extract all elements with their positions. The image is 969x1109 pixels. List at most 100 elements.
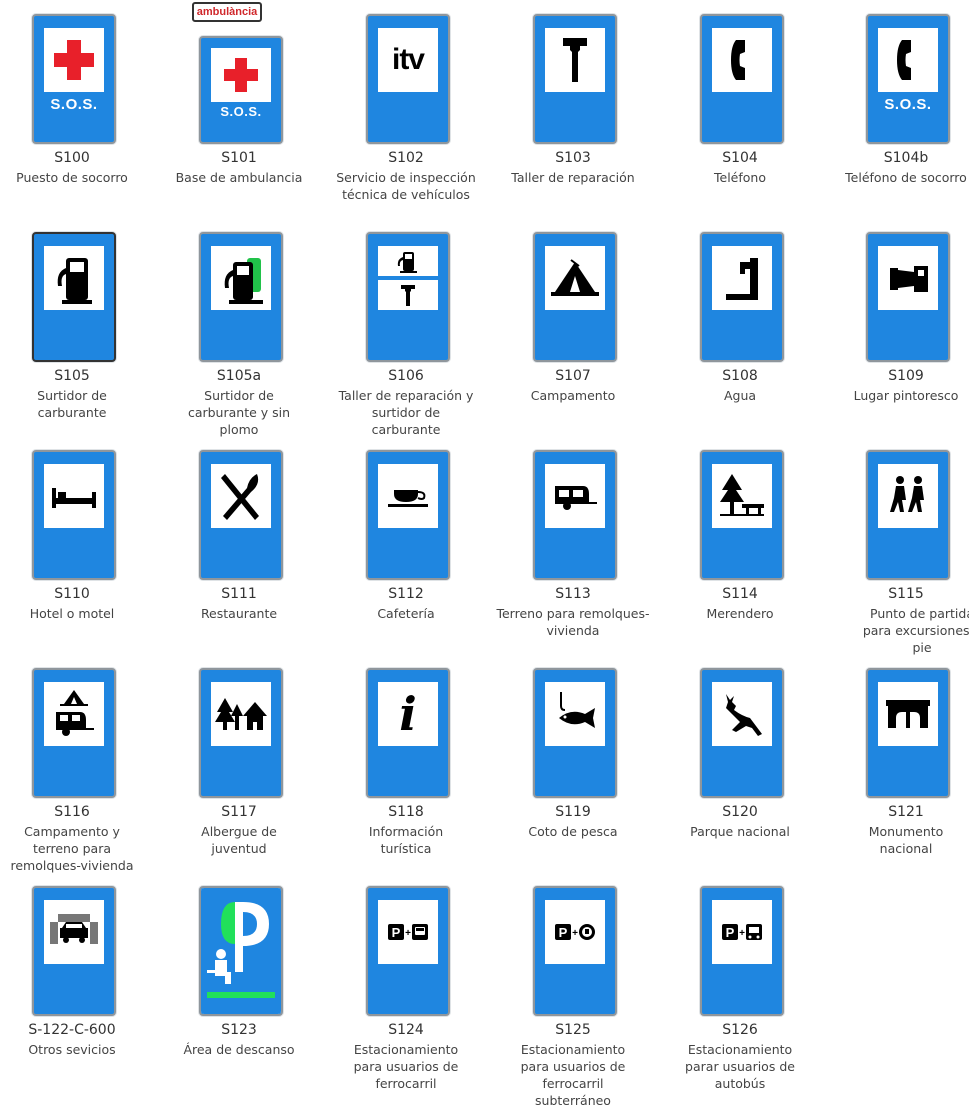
svg-text:+: + [405,928,411,939]
sign-code: S108 [722,368,758,384]
info-letter: i [399,687,417,741]
sign-plate [533,14,617,144]
tent-icon [545,246,605,310]
sign-label: Teléfono [714,170,766,185]
sign-label: Base de ambulancia [175,170,303,185]
deer-icon [712,682,772,746]
sos-text: S.O.S. [220,104,262,119]
sign-code: S110 [54,586,90,602]
sos-text: S.O.S. [884,96,932,113]
sign-plate: i [366,668,450,798]
sign-code: S111 [221,586,257,602]
water-tap-icon [712,246,772,310]
sign-plate [700,450,784,580]
sos-text: S.O.S. [50,96,98,113]
wrench-icon [545,28,605,92]
sign-plate [32,668,116,798]
sign-plate: S.O.S. [866,14,950,144]
fuel-and-wrench-icon [378,246,438,310]
hostel-icon [211,682,271,746]
tent-caravan-icon [44,682,104,746]
sign-code: S116 [54,804,90,820]
sign-code: S125 [555,1022,591,1038]
sign-plate [199,668,283,798]
sign-code: S126 [722,1022,758,1038]
sign-label: Hotel o motel [29,606,115,621]
sign-code: S112 [388,586,424,602]
sign-code: S118 [388,804,424,820]
fuel-pump-unleaded-icon [211,246,271,310]
sign-code: S120 [722,804,758,820]
sign-code: S105a [216,368,262,384]
park-metro-icon: P + [545,900,605,964]
sign-code: S119 [555,804,591,820]
sign-plate [700,14,784,144]
sign-plate [533,668,617,798]
sign-code: S121 [888,804,924,820]
sign-label: Estacionamiento parar usuarios de autobú… [685,1042,795,1091]
red-cross-icon [211,48,271,102]
red-cross-icon [44,28,104,92]
sign-label: Teléfono de socorro [845,170,967,185]
wrench-panel [378,280,438,310]
sign-plate [700,668,784,798]
sign-code: S117 [221,804,257,820]
fuel-panel [378,246,438,276]
sign-label: Taller de reparación [511,170,635,185]
coffee-cup-icon [378,464,438,528]
sign-code: S109 [888,368,924,384]
svg-text:P: P [392,925,401,940]
sign-label: Campamento y terreno para remolques-vivi… [10,824,134,873]
sign-code: S105 [54,368,90,384]
sign-plate [366,450,450,580]
sign-plate: itv [366,14,450,144]
camera-icon [878,246,938,310]
sign-code: S115 [888,586,924,602]
sign-plate [866,232,950,362]
sign-label: Merendero [706,606,774,621]
svg-text:P: P [726,925,735,940]
sign-code: S124 [388,1022,424,1038]
itv-text: itv [391,43,425,76]
sign-plate: S.O.S. [32,14,116,144]
sign-label: Estacionamiento para usuarios de ferroca… [520,1042,626,1108]
hikers-icon [878,464,938,528]
sign-plate [32,232,116,362]
park-bus-icon: P + [712,900,772,964]
sign-label: Área de descanso [183,1042,295,1057]
sign-code: S103 [555,150,591,166]
sign-label: Terreno para remolques-vivienda [496,606,650,638]
sign-label: Punto de partida para excursiones a pie [862,606,969,655]
sign-label: Surtidor de carburante [37,388,107,420]
sign-label: Monumento nacional [868,824,944,856]
sign-plate [533,232,617,362]
info-icon: i [378,682,438,746]
sign-code: S107 [555,368,591,384]
sign-label: Surtidor de carburante y sin plomo [187,388,291,437]
sign-code: S104 [722,150,758,166]
sign-code: S106 [388,368,424,384]
svg-text:+: + [572,928,578,939]
sign-plate: P + [700,886,784,1016]
telephone-icon [712,28,772,92]
sign-plate: P + [533,886,617,1016]
rest-area-icon [201,888,281,1014]
sign-code: S123 [221,1022,257,1038]
sign-label: Información turística [368,824,444,856]
svg-text:P: P [559,925,568,940]
bed-icon [44,464,104,528]
sign-plate [866,668,950,798]
sign-label: Restaurante [200,606,278,621]
sign-plate [533,450,617,580]
fuel-pump-icon [44,246,104,310]
picnic-icon [712,464,772,528]
svg-text:+: + [739,928,745,939]
sign-plate [866,450,950,580]
car-service-icon [44,900,104,964]
fish-icon [545,682,605,746]
sign-plate: S.O.S. [199,36,283,144]
sign-label: Servicio de inspección técnica de vehícu… [336,170,476,202]
sign-plate [199,450,283,580]
sign-plate [32,450,116,580]
sign-label: Campamento [530,388,616,403]
